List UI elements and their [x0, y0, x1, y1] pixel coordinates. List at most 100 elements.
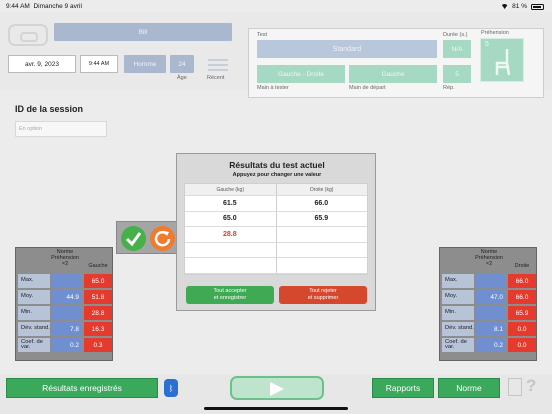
measured-value: 51.8	[84, 290, 112, 304]
left-value-cell[interactable]	[185, 243, 276, 258]
right-value-cell[interactable]	[275, 227, 368, 242]
norm-row: Moy. 44.9 51.8	[16, 290, 114, 304]
document-icon[interactable]	[508, 378, 522, 396]
norm-row-label: Dév. stand.	[442, 322, 474, 336]
header-panel: Bill avr. 9, 2023 9:44 AM Homme 24 Âge R…	[0, 12, 552, 98]
status-date: Dimanche 9 avril	[33, 3, 82, 10]
bluetooth-icon[interactable]: ᛒ	[164, 379, 178, 397]
saved-results-button[interactable]: Résultats enregistrés	[6, 378, 158, 398]
check-icon	[125, 232, 142, 247]
reject-all-label: Tout rejeter	[309, 288, 337, 294]
norm-value: 47.0	[476, 290, 506, 304]
duration-label: Durée (s.)	[443, 32, 468, 38]
norm-row-label: Min.	[442, 306, 474, 320]
current-results-dialog: Résultats du test actuel Appuyez pour ch…	[176, 153, 376, 311]
help-icon[interactable]: ?	[526, 376, 536, 396]
norm-row: Dév. stand. 7.8 16.3	[16, 322, 114, 336]
norm-row: Coef. de var. 0.2 0.3	[16, 338, 114, 352]
norm-value	[476, 274, 506, 288]
results-header-row: Gauche (kg) Droite (kg)	[185, 184, 367, 196]
right-value-cell[interactable]: 65.9	[275, 211, 368, 226]
date-field[interactable]: avr. 9, 2023	[8, 55, 76, 73]
norm-row: Min. 65.9	[440, 306, 538, 320]
norm-row: Max. 66.0	[440, 274, 538, 288]
start-test-button[interactable]	[230, 376, 324, 400]
measured-value: 0.3	[84, 338, 112, 352]
norm-grip-multiplier: ×2	[61, 261, 69, 267]
start-hand-button[interactable]: Gauche	[349, 65, 437, 83]
norm-row: Dév. stand. 8.1 0.0	[440, 322, 538, 336]
norm-panel-left: Norme Préhension ×2 Gauche Max. 65.0 Moy…	[15, 247, 113, 361]
left-value-cell[interactable]	[185, 258, 276, 273]
norm-row-label: Coef. de var.	[18, 338, 50, 352]
accept-all-button[interactable]: Tout accepter et enregistrer	[186, 286, 274, 304]
reps-button[interactable]: 5	[443, 65, 471, 83]
norm-button[interactable]: Norme	[438, 378, 500, 398]
patient-name-button[interactable]: Bill	[54, 23, 232, 41]
table-row[interactable]: 65.0 65.9	[185, 211, 368, 227]
accept-check-button[interactable]	[121, 226, 146, 251]
norm-row-label: Moy.	[442, 290, 474, 304]
column-right-header: Droite (kg)	[275, 184, 368, 195]
reject-all-button[interactable]: Tout rejeter et supprimer	[279, 286, 367, 304]
session-id-input[interactable]: En option	[15, 121, 107, 137]
norm-row: Min. 28.8	[16, 306, 114, 320]
measured-value: 65.9	[508, 306, 536, 320]
accept-all-label: Tout accepter	[213, 288, 247, 294]
norm-row-label: Moy.	[18, 290, 50, 304]
bottom-toolbar: Résultats enregistrés ᛒ Rapports Norme ?	[0, 374, 552, 414]
norm-value	[476, 306, 506, 320]
measured-value: 66.0	[508, 290, 536, 304]
right-value-cell[interactable]	[275, 258, 368, 273]
norm-value: 7.8	[52, 322, 82, 336]
grip-label: Préhension	[481, 30, 509, 36]
sex-button[interactable]: Homme	[124, 55, 166, 73]
sync-icon[interactable]	[8, 24, 48, 46]
home-indicator	[204, 407, 348, 410]
norm-row: Max. 65.0	[16, 274, 114, 288]
quick-action-panel	[116, 221, 178, 254]
norm-row: Coef. de var. 0.2 0.0	[440, 338, 538, 352]
norm-value: 0.2	[52, 338, 82, 352]
left-value-cell[interactable]: 61.5	[185, 196, 276, 211]
retry-button[interactable]	[150, 226, 175, 251]
left-value-cell[interactable]: 65.0	[185, 212, 276, 227]
right-value-cell[interactable]	[275, 242, 368, 257]
norm-row-label: Min.	[18, 306, 50, 320]
recent-label: Récent	[207, 75, 225, 81]
measured-value: 0.0	[508, 322, 536, 336]
norm-row-label: Coef. de var.	[442, 338, 474, 352]
norm-grip-multiplier: ×2	[485, 261, 493, 267]
left-value-cell[interactable]: 28.8	[185, 227, 276, 242]
measured-value: 65.0	[84, 274, 112, 288]
hand-label: Main à tester	[257, 85, 289, 91]
recent-list-icon[interactable]	[208, 56, 228, 76]
norm-row-label: Max.	[18, 274, 50, 288]
reports-button[interactable]: Rapports	[372, 378, 434, 398]
norm-row-label: Max.	[442, 274, 474, 288]
measured-value: 16.3	[84, 322, 112, 336]
test-label: Test	[257, 32, 268, 38]
norm-value	[52, 306, 82, 320]
reps-label: Rép.	[443, 85, 455, 91]
norm-column-header: Gauche	[88, 263, 108, 269]
reject-all-sublabel: et supprimer	[307, 295, 339, 301]
hand-button[interactable]: Gauche - Droite	[257, 65, 345, 83]
table-row[interactable]: 28.8	[185, 227, 367, 243]
battery-percent: 81 %	[512, 3, 527, 10]
test-type-button[interactable]: Standard	[257, 40, 437, 58]
table-row[interactable]: 61.5 66.0	[185, 196, 367, 212]
age-button[interactable]: 24	[170, 55, 194, 73]
battery-icon	[531, 3, 544, 10]
norm-value: 8.1	[476, 322, 506, 336]
grip-position-button[interactable]: 5	[480, 38, 524, 82]
status-bar: 9:44 AM Dimanche 9 avril 81 %	[0, 0, 552, 12]
table-row[interactable]	[185, 258, 367, 274]
norm-value: 44.9	[52, 290, 82, 304]
norm-value: 0.2	[476, 338, 506, 352]
time-field[interactable]: 9:44 AM	[80, 55, 118, 73]
age-label: Âge	[177, 75, 187, 81]
duration-button[interactable]: N/A	[443, 40, 471, 58]
table-row[interactable]	[185, 242, 368, 258]
right-value-cell[interactable]: 66.0	[275, 196, 368, 211]
